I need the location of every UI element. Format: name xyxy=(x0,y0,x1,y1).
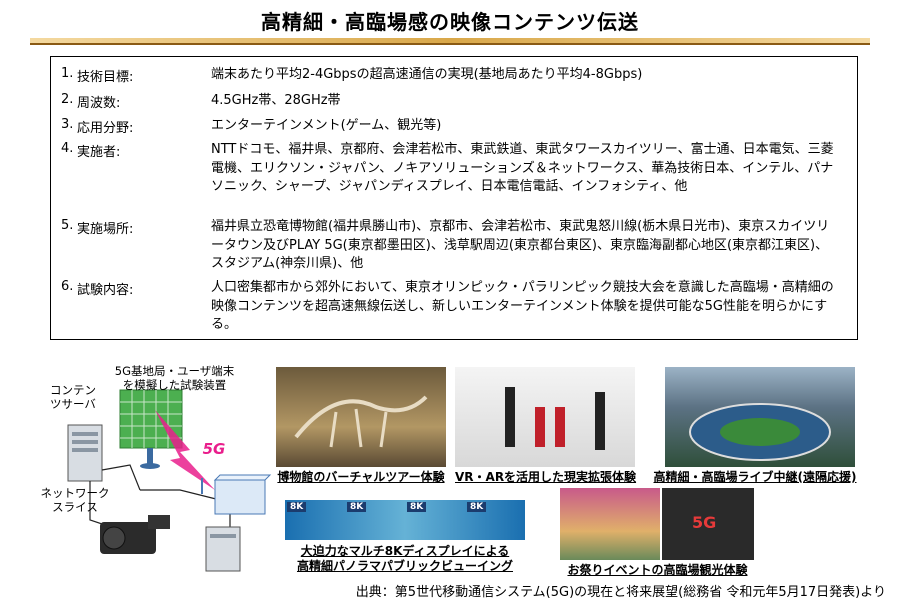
stadium-icon xyxy=(689,403,831,461)
5g-sign: 5G xyxy=(692,513,717,532)
museum-caption: 博物館のバーチャルツアー体験 xyxy=(277,470,445,484)
vr-ar-photo xyxy=(455,367,635,467)
source-citation: 出典：第5世代移動通信システム(5G)の現在と将来展望(総務省 令和元年5月17… xyxy=(355,585,886,600)
spec-value: 福井県立恐竜博物館(福井県勝山市)、京都市、会津若松市、東武鬼怒川線(栃木県日光… xyxy=(211,219,830,271)
festival-photo-left xyxy=(560,488,660,560)
8k-tag: 8K xyxy=(407,502,427,512)
festival-caption: お祭りイベントの高臨場観光体験 xyxy=(567,563,748,577)
dinosaur-skeleton-icon xyxy=(294,395,428,448)
spec-label: 実施者: xyxy=(77,145,121,160)
stadium-caption: 高精細・高臨場ライブ中継(遠隔応援) xyxy=(653,470,857,484)
8k-tag: 8K xyxy=(467,502,487,512)
spec-num: 3. xyxy=(61,117,74,132)
server-icon xyxy=(67,424,103,482)
vr-ar-caption: VR・ARを活用した現実拡張体験 xyxy=(455,470,637,484)
vr-people-icon xyxy=(505,387,605,450)
spec-label: 周波数: xyxy=(77,96,121,111)
title-divider-shadow xyxy=(30,43,870,45)
spec-num: 6. xyxy=(61,279,74,294)
spec-label: 応用分野: xyxy=(77,121,134,136)
8k-tag: 8K xyxy=(287,502,307,512)
spec-num: 2. xyxy=(61,92,74,107)
antenna-array-icon xyxy=(119,389,183,469)
multi-8k-caption-2: 高精細パノラマパブリックビューイング xyxy=(296,559,513,573)
spec-value: 人口密集都市から郊外において、東京オリンピック・パラリンピック競技大会を意識した… xyxy=(211,280,834,332)
spec-value: 端末あたり平均2-4Gbpsの超高速通信の実現(基地局あたり平均4-8Gbps) xyxy=(211,67,643,82)
pc-tower-icon xyxy=(205,526,241,572)
test-device-label: 5G基地局・ユーザ端末を模擬した試験装置 xyxy=(114,364,235,392)
spec-label: 実施場所: xyxy=(77,222,134,237)
content-server-label: コンテンツサーバ xyxy=(50,383,96,411)
museum-photo xyxy=(276,367,446,467)
spec-label: 試験内容: xyxy=(77,283,134,298)
8k-tag: 8K xyxy=(347,502,367,512)
camera-icon xyxy=(100,515,170,554)
spec-value: エンターテインメント(ゲーム、観光等) xyxy=(211,118,442,133)
spec-value: NTTドコモ、福井県、京都府、会津若松市、東武鉄道、東武タワースカイツリー、富士… xyxy=(211,142,834,194)
spec-value: 4.5GHz帯、28GHz帯 xyxy=(211,93,341,108)
spec-num: 1. xyxy=(61,66,74,81)
page-title: 高精細・高臨場感の映像コンテンツ伝送 xyxy=(261,10,639,34)
spec-num: 5. xyxy=(61,218,74,233)
multi-8k-photo: 8K 8K 8K 8K xyxy=(285,500,525,540)
terminal-box-icon xyxy=(201,474,272,515)
network-slice-label: ネットワークスライス xyxy=(40,486,110,514)
stadium-photo xyxy=(665,367,855,467)
5g-label: 5G xyxy=(202,440,226,458)
spec-table: 1. 技術目標: 端末あたり平均2-4Gbpsの超高速通信の実現(基地局あたり平… xyxy=(50,56,858,340)
system-diagram: コンテンツサーバ 5G基地局・ユーザ端末を模擬した試験装置 ネットワークスライス… xyxy=(30,350,275,575)
festival-photo-right: 5G xyxy=(662,488,754,560)
spec-num: 4. xyxy=(61,141,74,156)
spec-label: 技術目標: xyxy=(77,70,134,85)
